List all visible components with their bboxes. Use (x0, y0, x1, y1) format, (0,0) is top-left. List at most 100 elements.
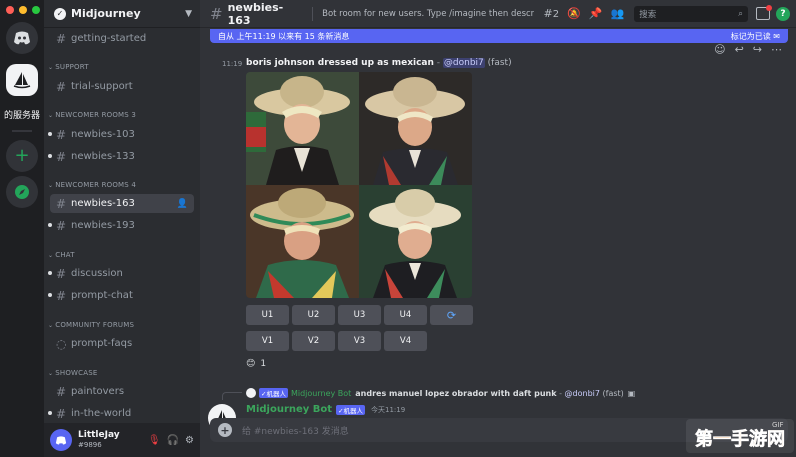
category-label: NEWCOMER ROOMS 4 (55, 181, 137, 189)
thread-count: 2 (552, 9, 560, 20)
minimize-window-button[interactable] (19, 6, 27, 14)
help-icon[interactable]: ? (776, 6, 790, 21)
gear-icon[interactable]: ⚙ (185, 435, 194, 446)
server-name-label[interactable]: 的服务器 (4, 108, 40, 121)
channel-in-the-world[interactable]: # in-the-world (48, 404, 194, 423)
category-showcase[interactable]: ⌄ SHOWCASE (48, 369, 98, 377)
image-grid[interactable] (246, 72, 472, 298)
headphones-icon[interactable]: 🎧 (167, 435, 179, 446)
midjourney-server-icon[interactable] (6, 64, 38, 96)
reply-connector (222, 392, 242, 400)
user-mention[interactable]: @donbi7 (442, 58, 485, 68)
reply-icon[interactable]: ↩ (735, 43, 744, 56)
category-community-forums[interactable]: ⌄ COMMUNITY FORUMS (48, 321, 134, 329)
channel-topic[interactable]: Bot room for new users. Type /imagine th… (322, 9, 533, 19)
channel-discussion[interactable]: # discussion (48, 264, 194, 283)
channel-prompt-chat[interactable]: # prompt-chat (48, 286, 194, 305)
avatar[interactable] (50, 429, 72, 451)
mic-muted-icon[interactable]: 🎙 (148, 435, 161, 446)
variation-2-button[interactable]: V2 (292, 331, 335, 351)
category-support[interactable]: ⌄ SUPPORT (48, 63, 89, 71)
unread-indicator (48, 154, 52, 158)
reply-text: andres manuel lopez obrador with daft pu… (355, 388, 557, 398)
channel-prompt-faqs[interactable]: ◌ prompt-faqs (50, 334, 194, 353)
grid-image-1[interactable] (246, 72, 359, 185)
variation-3-button[interactable]: V3 (338, 331, 381, 351)
channel-newbies-193[interactable]: # newbies-193 (48, 216, 194, 235)
guild-header[interactable]: ✓ Midjourney ▼ (44, 0, 200, 28)
pin-icon[interactable]: 📌 (589, 7, 603, 20)
channel-sidebar: ✓ Midjourney ▼ # getting-started ⌄ SUPPORT… (44, 0, 200, 457)
variation-4-button[interactable]: V4 (384, 331, 427, 351)
mute-notifications-icon[interactable]: 🔕 (567, 7, 581, 20)
upscale-2-button[interactable]: U2 (292, 305, 335, 325)
category-label: NEWCOMER ROOMS 3 (55, 111, 137, 119)
user-info[interactable]: LittleJay #9896 (78, 430, 120, 450)
attach-plus-button[interactable]: + (218, 423, 232, 437)
new-messages-banner[interactable]: 自从 上午11:19 以来有 15 条新消息 标记为已读 ✉ (210, 29, 788, 43)
reaction-pill[interactable]: 😊 1 (246, 357, 266, 371)
channel-newbies-163[interactable]: # newbies-163 👤 (50, 194, 194, 213)
chevron-down-icon: ⌄ (48, 182, 54, 189)
hash-icon: # (56, 79, 67, 94)
channel-paintovers[interactable]: # paintovers (50, 382, 194, 401)
reply-reference[interactable]: ✓机器人 Midjourney Bot andres manuel lopez … (246, 388, 635, 398)
more-icon[interactable]: ⋯ (771, 43, 782, 56)
inbox-icon[interactable] (756, 5, 772, 20)
channel-trial-support[interactable]: # trial-support (50, 77, 194, 96)
reroll-button[interactable]: ⟳ (430, 305, 473, 325)
grid-image-4[interactable] (359, 185, 472, 298)
channel-newbies-103[interactable]: # newbies-103 (48, 125, 194, 144)
reply-author[interactable]: Midjourney Bot (291, 389, 351, 398)
mark-as-read-button[interactable]: 标记为已读 ✉ (731, 31, 780, 42)
upscale-3-button[interactable]: U3 (338, 305, 381, 325)
category-label: SUPPORT (55, 63, 89, 71)
username: LittleJay (78, 430, 120, 440)
category-newcomer-rooms-4[interactable]: ⌄ NEWCOMER ROOMS 4 (48, 181, 136, 189)
user-tag: #9896 (78, 441, 102, 449)
category-chat[interactable]: ⌄ CHAT (48, 251, 75, 259)
separator: - (433, 58, 443, 68)
explore-servers-button[interactable] (6, 176, 38, 208)
channel-label: newbies-103 (71, 129, 135, 140)
server-rail: 的服务器 + (0, 0, 44, 457)
chevron-down-icon: ⌄ (48, 112, 54, 119)
search-input[interactable]: 搜索 ⌕ (634, 5, 748, 22)
forward-icon[interactable]: ↪ (753, 43, 762, 56)
channel-label: prompt-chat (71, 290, 133, 301)
hash-icon: # (56, 406, 67, 421)
channel-newbies-133[interactable]: # newbies-133 (48, 147, 194, 166)
user-mention[interactable]: @donbi7 (565, 389, 600, 398)
channel-getting-started[interactable]: # getting-started (50, 29, 194, 48)
threads-hash-icon: # (210, 4, 223, 23)
channel-label: discussion (71, 268, 123, 279)
threads-button[interactable]: #2 (544, 7, 560, 20)
variation-1-button[interactable]: V1 (246, 331, 289, 351)
grid-image-3[interactable] (246, 185, 359, 298)
channel-title: newbies-163 (227, 0, 284, 27)
unread-indicator (48, 271, 52, 275)
channel-label: prompt-faqs (71, 338, 133, 349)
message-input[interactable]: 给 #newbies-163 发消息 (242, 424, 349, 437)
message-header: Midjourney Bot ✓机器人 今天11:19 (246, 404, 405, 415)
chevron-down-icon: ▼ (185, 8, 192, 19)
user-panel: LittleJay #9896 🎙 🎧 ⚙ (44, 423, 200, 457)
upscale-4-button[interactable]: U4 (384, 305, 427, 325)
add-member-icon[interactable]: 👤 (177, 199, 188, 209)
channel-label: newbies-163 (71, 198, 135, 209)
zoom-window-button[interactable] (32, 6, 40, 14)
add-server-button[interactable]: + (6, 140, 38, 172)
category-newcomer-rooms-3[interactable]: ⌄ NEWCOMER ROOMS 3 (48, 111, 136, 119)
upscale-1-button[interactable]: U1 (246, 305, 289, 325)
unread-indicator (48, 293, 52, 297)
discord-logo-icon (14, 31, 30, 45)
author-name[interactable]: Midjourney Bot (246, 404, 332, 415)
add-reaction-icon[interactable]: ☺ (714, 43, 725, 56)
chevron-down-icon: ⌄ (48, 370, 54, 377)
threads-hash-icon: # (56, 218, 67, 233)
members-icon[interactable]: 👥 (611, 7, 625, 20)
grid-image-2[interactable] (359, 72, 472, 185)
close-window-button[interactable] (6, 6, 14, 14)
image-icon: ▣ (627, 388, 636, 398)
home-button[interactable] (6, 22, 38, 54)
